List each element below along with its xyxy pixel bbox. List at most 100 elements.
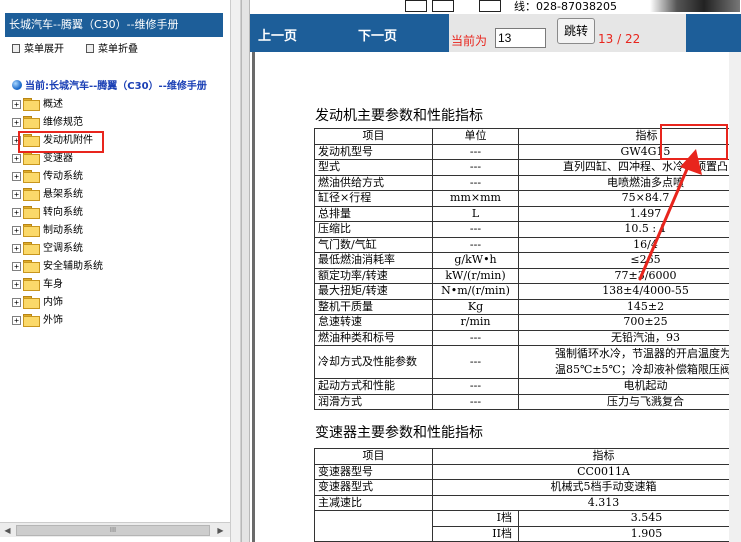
manual-title-bar: 长城汽车--腾翼（C30）--维修手册 — [5, 13, 223, 37]
tree-item-drivetrain[interactable]: + 传动系统 — [12, 169, 83, 185]
expand-plus-icon[interactable]: + — [12, 190, 21, 199]
jump-button[interactable]: 跳转 — [557, 18, 595, 44]
folder-icon — [23, 224, 40, 237]
tree-item-steering[interactable]: + 转向系统 — [12, 205, 83, 221]
expand-plus-icon[interactable]: + — [12, 100, 21, 109]
unit-cell: r/min — [432, 314, 519, 331]
item-cell: 缸径×行程 — [314, 190, 433, 207]
tree-item-body[interactable]: + 车身 — [12, 277, 63, 293]
menu-collapse-label: 菜单折叠 — [98, 44, 138, 55]
tree-item-label: 安全辅助系统 — [43, 261, 103, 272]
unit-cell: --- — [432, 159, 519, 176]
highlight-box-engine-accessories — [18, 131, 104, 153]
item-cell: 气门数/气缸 — [314, 236, 433, 253]
tree-item-label: 悬架系统 — [43, 189, 83, 200]
unit-cell: --- — [432, 329, 519, 346]
horizontal-scrollbar[interactable]: ◀ III ▶ — [0, 522, 230, 537]
table-row: 燃油种类和标号 --- 无铅汽油，93 — [314, 329, 741, 346]
expand-plus-icon[interactable]: + — [12, 118, 21, 127]
folder-icon — [23, 152, 40, 165]
arrow-head-icon — [680, 149, 702, 175]
table-row: 冷却方式及性能参数 --- 强制循环水冷，节温器的开启温度为8 温85℃±5℃；冷却液… — [314, 345, 741, 379]
document-page-edge — [252, 52, 255, 542]
tree-item-transmission[interactable]: + 变速器 — [12, 151, 73, 167]
ratio-cell: 3.545 — [518, 510, 741, 527]
banner-button-icon — [432, 0, 454, 12]
unit-cell: --- — [432, 221, 519, 238]
tree-item-air-conditioning[interactable]: + 空调系统 — [12, 241, 83, 257]
folder-icon — [23, 242, 40, 255]
tree-item-label: 概述 — [43, 99, 63, 110]
table-row: I档 3.545 — [314, 510, 741, 542]
tree-item-label: 变速器 — [43, 153, 73, 164]
panel-splitter[interactable] — [241, 0, 250, 542]
folder-icon — [23, 296, 40, 309]
tree-root-label: 当前:长城汽车--腾翼（C30）--维修手册 — [25, 81, 207, 92]
table-row: 变速器型式 机械式5档手动变速箱 — [314, 479, 741, 496]
scroll-thumb[interactable]: III — [16, 525, 210, 536]
tree-root-node[interactable]: 当前:长城汽车--腾翼（C30）--维修手册 — [12, 80, 207, 94]
table-row: 起动方式和性能 --- 电机起动 — [314, 378, 741, 395]
page-number-input[interactable] — [495, 28, 546, 48]
document-viewer: 发动机主要参数和性能指标 项目 单位 指标 发动机型号 --- GW4G15 型式 -… — [250, 52, 741, 542]
tree-item-exterior[interactable]: + 外饰 — [12, 313, 63, 329]
item-cell: 变速器型号 — [314, 463, 433, 480]
expand-plus-icon[interactable]: + — [12, 262, 21, 271]
table-row: 整机干质量 Kg 145±2 — [314, 298, 741, 315]
table-row: 变速器型号 CC0011A — [314, 463, 741, 480]
value-cell: 4.313 — [432, 494, 741, 511]
scroll-left-arrow-icon[interactable]: ◀ — [0, 523, 15, 538]
right-vertical-scrollbar[interactable] — [729, 52, 741, 542]
left-vertical-scrollbar[interactable] — [230, 0, 240, 542]
expand-plus-icon[interactable]: + — [12, 172, 21, 181]
tree-item-suspension[interactable]: + 悬架系统 — [12, 187, 83, 203]
table-row: 润滑方式 --- 压力与飞溅复合 — [314, 393, 741, 410]
page-navigation-toolbar: 上一页 下一页 当前为 跳转 13 / 22 — [250, 14, 741, 52]
expand-plus-icon[interactable]: + — [12, 244, 21, 253]
tree-item-interior[interactable]: + 内饰 — [12, 295, 63, 311]
item-cell: 燃油种类和标号 — [314, 329, 433, 346]
tree-item-maintenance-standards[interactable]: + 维修规范 — [12, 115, 83, 131]
annotation-arrow — [638, 149, 702, 281]
scroll-right-arrow-icon[interactable]: ▶ — [213, 523, 228, 538]
item-cell: 怠速转速 — [314, 314, 433, 331]
unit-cell: --- — [432, 345, 519, 379]
folder-icon — [23, 278, 40, 291]
item-cell: 冷却方式及性能参数 — [314, 345, 433, 379]
expand-plus-icon[interactable]: + — [12, 208, 21, 217]
expand-plus-icon[interactable]: + — [12, 280, 21, 289]
unit-cell: --- — [432, 143, 519, 160]
expand-plus-icon[interactable]: + — [12, 154, 21, 163]
banner-button-icon — [405, 0, 427, 12]
item-cell: 主减速比 — [314, 494, 433, 511]
value-cell: 机械式5档手动变速箱 — [432, 479, 741, 496]
menu-expand-button[interactable]: 菜单展开 — [12, 43, 64, 57]
document-icon — [12, 44, 20, 53]
menu-collapse-button[interactable]: 菜单折叠 — [86, 43, 138, 57]
tree-item-brakes[interactable]: + 制动系统 — [12, 223, 83, 239]
expand-plus-icon[interactable]: + — [12, 316, 21, 325]
value-cell: 138±4/4000-55 — [518, 283, 741, 300]
tree-item-safety-assist[interactable]: + 安全辅助系统 — [12, 259, 103, 275]
transmission-specs-table: 项目 指标 变速器型号 CC0011A 变速器型式 机械式5档手动变速箱 主减速比 4… — [314, 448, 741, 542]
expand-plus-icon[interactable]: + — [12, 298, 21, 307]
unit-cell: --- — [432, 236, 519, 253]
unit-cell: g/kW•h — [432, 252, 519, 269]
value-cell: 700±25 — [518, 314, 741, 331]
item-cell — [314, 510, 433, 542]
unit-cell: Kg — [432, 298, 519, 315]
folder-icon — [23, 206, 40, 219]
value-cell: 无铅汽油，93 — [518, 329, 741, 346]
page-jump-box: 当前为 跳转 13 / 22 — [449, 14, 686, 52]
prev-page-button[interactable]: 上一页 — [258, 25, 297, 44]
expand-plus-icon[interactable]: + — [12, 226, 21, 235]
item-cell: 总排量 — [314, 205, 433, 222]
unit-cell: --- — [432, 174, 519, 191]
value-cell: CC0011A — [432, 463, 741, 480]
item-cell: 最低燃油消耗率 — [314, 252, 433, 269]
tree-item-overview[interactable]: + 概述 — [12, 97, 63, 113]
folder-icon — [23, 188, 40, 201]
value-cell: 强制循环水冷，节温器的开启温度为8 温85℃±5℃；冷却液补偿箱限压阀 — [518, 345, 741, 379]
next-page-button[interactable]: 下一页 — [358, 25, 397, 44]
left-navigation-panel: 长城汽车--腾翼（C30）--维修手册 菜单展开 菜单折叠 当前:长城汽车--腾… — [0, 0, 241, 542]
